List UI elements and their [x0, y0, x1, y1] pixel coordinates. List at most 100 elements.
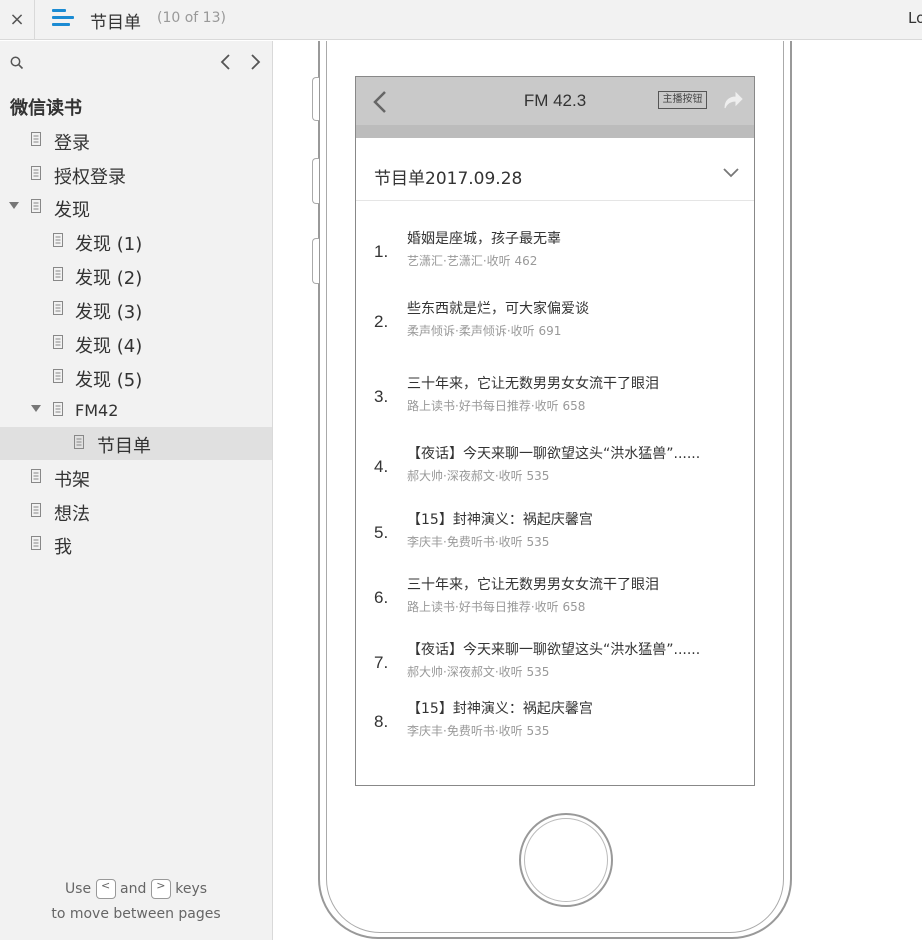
- chevron-left-icon[interactable]: [218, 53, 234, 71]
- program-meta: 柔声倾诉·柔声倾诉·收听 691: [407, 324, 562, 338]
- program-meta: 艺潇汇·艺潇汇·收听 462: [407, 254, 538, 268]
- program-number: 3.: [374, 387, 389, 406]
- tree-root-label[interactable]: 微信读书: [10, 94, 82, 120]
- phone-screen: FM 42.3 主播按钮 节目单2017.09.28 1. 婚姻是座城，孩子最无…: [355, 76, 755, 786]
- document-icon: [31, 199, 41, 213]
- mute-switch: [312, 77, 319, 121]
- hint-and: and: [120, 881, 147, 897]
- expand-arrow-icon[interactable]: [9, 202, 19, 209]
- host-button[interactable]: 主播按钮: [658, 91, 707, 109]
- sidebar-item-label: 发现: [54, 200, 90, 221]
- sidebar-item-login[interactable]: 登录: [0, 124, 272, 157]
- program-title: 【15】封神演义：祸起庆馨宫: [407, 701, 593, 717]
- sidebar-item-bookshelf[interactable]: 书架: [0, 461, 272, 494]
- sidebar-item-label: 登录: [54, 133, 90, 154]
- sidebar-item-label: 发现 (2): [75, 268, 143, 289]
- close-button[interactable]: ×: [0, 0, 35, 39]
- document-icon: [53, 369, 63, 383]
- list-item[interactable]: 2. 些东西就是烂，可大家偏爱谈 柔声倾诉·柔声倾诉·收听 691: [356, 298, 754, 353]
- hint-line2: to move between pages: [51, 906, 221, 922]
- sidebar-item-auth-login[interactable]: 授权登录: [0, 158, 272, 191]
- program-meta: 郝大帅·深夜郝文·收听 535: [407, 469, 550, 483]
- program-meta: 路上读书·好书每日推荐·收听 658: [407, 399, 586, 413]
- sidebar-item-discover[interactable]: 发现: [0, 191, 272, 224]
- share-icon[interactable]: [722, 89, 744, 111]
- expand-arrow-icon[interactable]: [31, 405, 41, 412]
- program-meta: 路上读书·好书每日推荐·收听 658: [407, 600, 586, 614]
- program-meta: 李庆丰·免费听书·收听 535: [407, 535, 550, 549]
- top-right-text[interactable]: Lo: [908, 9, 922, 27]
- program-title: 【15】封神演义：祸起庆馨宫: [407, 512, 593, 528]
- sidebar-item-program-list[interactable]: 节目单: [0, 427, 272, 460]
- program-number: 1.: [374, 242, 389, 261]
- chevron-down-icon[interactable]: [723, 168, 739, 178]
- sidebar: 微信读书 登录 授权登录 发现 发现 (1) 发现 (2) 发现 (3) 发现 …: [0, 41, 273, 940]
- date-label: 节目单2017.09.28: [374, 169, 523, 189]
- chevron-right-icon[interactable]: [247, 53, 263, 71]
- sidebar-item-me[interactable]: 我: [0, 528, 272, 561]
- list-item[interactable]: 8. 【15】封神演义：祸起庆馨宫 李庆丰·免费听书·收听 535: [356, 698, 754, 753]
- list-item[interactable]: 6. 三十年来，它让无数男男女女流干了眼泪 路上读书·好书每日推荐·收听 658: [356, 574, 754, 629]
- program-number: 8.: [374, 712, 389, 731]
- program-number: 6.: [374, 588, 389, 607]
- document-icon: [31, 469, 41, 483]
- sidebar-item-label: FM42: [75, 401, 119, 420]
- document-icon: [53, 335, 63, 349]
- program-title: 【夜话】今天来聊一聊欲望这头“洪水猛兽”......: [407, 446, 701, 462]
- program-number: 7.: [374, 653, 389, 672]
- top-bar: × 节目单 (10 of 13) Lo: [0, 0, 922, 40]
- program-number: 4.: [374, 457, 389, 476]
- hint-use: Use: [64, 881, 92, 897]
- page-title: 节目单: [90, 13, 141, 33]
- sidebar-item-label: 书架: [54, 470, 90, 491]
- sidebar-item-label: 想法: [54, 504, 90, 525]
- search-icon[interactable]: [10, 56, 24, 70]
- program-title: 【夜话】今天来聊一聊欲望这头“洪水猛兽”......: [407, 642, 701, 658]
- sidebar-item-label: 发现 (3): [75, 302, 143, 323]
- sidebar-item-fm42[interactable]: FM42: [0, 394, 272, 427]
- sidebar-item-label: 授权登录: [54, 167, 126, 188]
- document-icon: [53, 233, 63, 247]
- sidebar-item-discover-4[interactable]: 发现 (4): [0, 327, 272, 360]
- sidebar-item-ideas[interactable]: 想法: [0, 495, 272, 528]
- key-next: >: [150, 879, 171, 899]
- sidebar-item-discover-1[interactable]: 发现 (1): [0, 225, 272, 258]
- list-item[interactable]: 1. 婚姻是座城，孩子最无辜 艺潇汇·艺潇汇·收听 462: [356, 228, 754, 283]
- program-title: 三十年来，它让无数男男女女流干了眼泪: [407, 577, 659, 593]
- document-icon: [53, 301, 63, 315]
- program-title: 些东西就是烂，可大家偏爱谈: [407, 301, 589, 317]
- sidebar-item-label: 发现 (4): [75, 336, 143, 357]
- home-button[interactable]: [519, 813, 613, 907]
- date-selector[interactable]: 节目单2017.09.28: [356, 138, 754, 201]
- volume-down-button: [312, 238, 319, 284]
- program-meta: 李庆丰·免费听书·收听 535: [407, 724, 550, 738]
- document-icon: [74, 435, 84, 449]
- keyboard-hint: Use < and > keys to move between pages: [0, 877, 272, 927]
- document-icon: [31, 503, 41, 517]
- hint-keys: keys: [175, 881, 208, 897]
- sidebar-item-label: 发现 (1): [75, 234, 143, 255]
- list-item[interactable]: 4. 【夜话】今天来聊一聊欲望这头“洪水猛兽”...... 郝大帅·深夜郝文·收…: [356, 443, 754, 498]
- list-item[interactable]: 5. 【15】封神演义：祸起庆馨宫 李庆丰·免费听书·收听 535: [356, 509, 754, 564]
- canvas: FM 42.3 主播按钮 节目单2017.09.28 1. 婚姻是座城，孩子最无…: [274, 41, 922, 940]
- program-number: 5.: [374, 523, 389, 542]
- page-counter: (10 of 13): [157, 10, 226, 26]
- list-item[interactable]: 7. 【夜话】今天来聊一聊欲望这头“洪水猛兽”...... 郝大帅·深夜郝文·收…: [356, 639, 754, 694]
- sidebar-item-discover-5[interactable]: 发现 (5): [0, 361, 272, 394]
- sidebar-item-label: 节目单: [97, 436, 151, 457]
- sidebar-item-discover-2[interactable]: 发现 (2): [0, 259, 272, 292]
- document-icon: [31, 536, 41, 550]
- list-item[interactable]: 3. 三十年来，它让无数男男女女流干了眼泪 路上读书·好书每日推荐·收听 658: [356, 373, 754, 428]
- program-title: 三十年来，它让无数男男女女流干了眼泪: [407, 376, 659, 392]
- sidebar-item-discover-3[interactable]: 发现 (3): [0, 293, 272, 326]
- document-icon: [53, 402, 63, 416]
- nav-strip: [356, 125, 754, 138]
- sidebar-item-label: 我: [54, 537, 72, 558]
- home-button-ring: [524, 818, 608, 902]
- volume-up-button: [312, 158, 319, 204]
- program-number: 2.: [374, 312, 389, 331]
- key-prev: <: [95, 879, 116, 899]
- menu-icon[interactable]: [52, 8, 74, 28]
- sidebar-item-label: 发现 (5): [75, 370, 143, 391]
- document-icon: [31, 132, 41, 146]
